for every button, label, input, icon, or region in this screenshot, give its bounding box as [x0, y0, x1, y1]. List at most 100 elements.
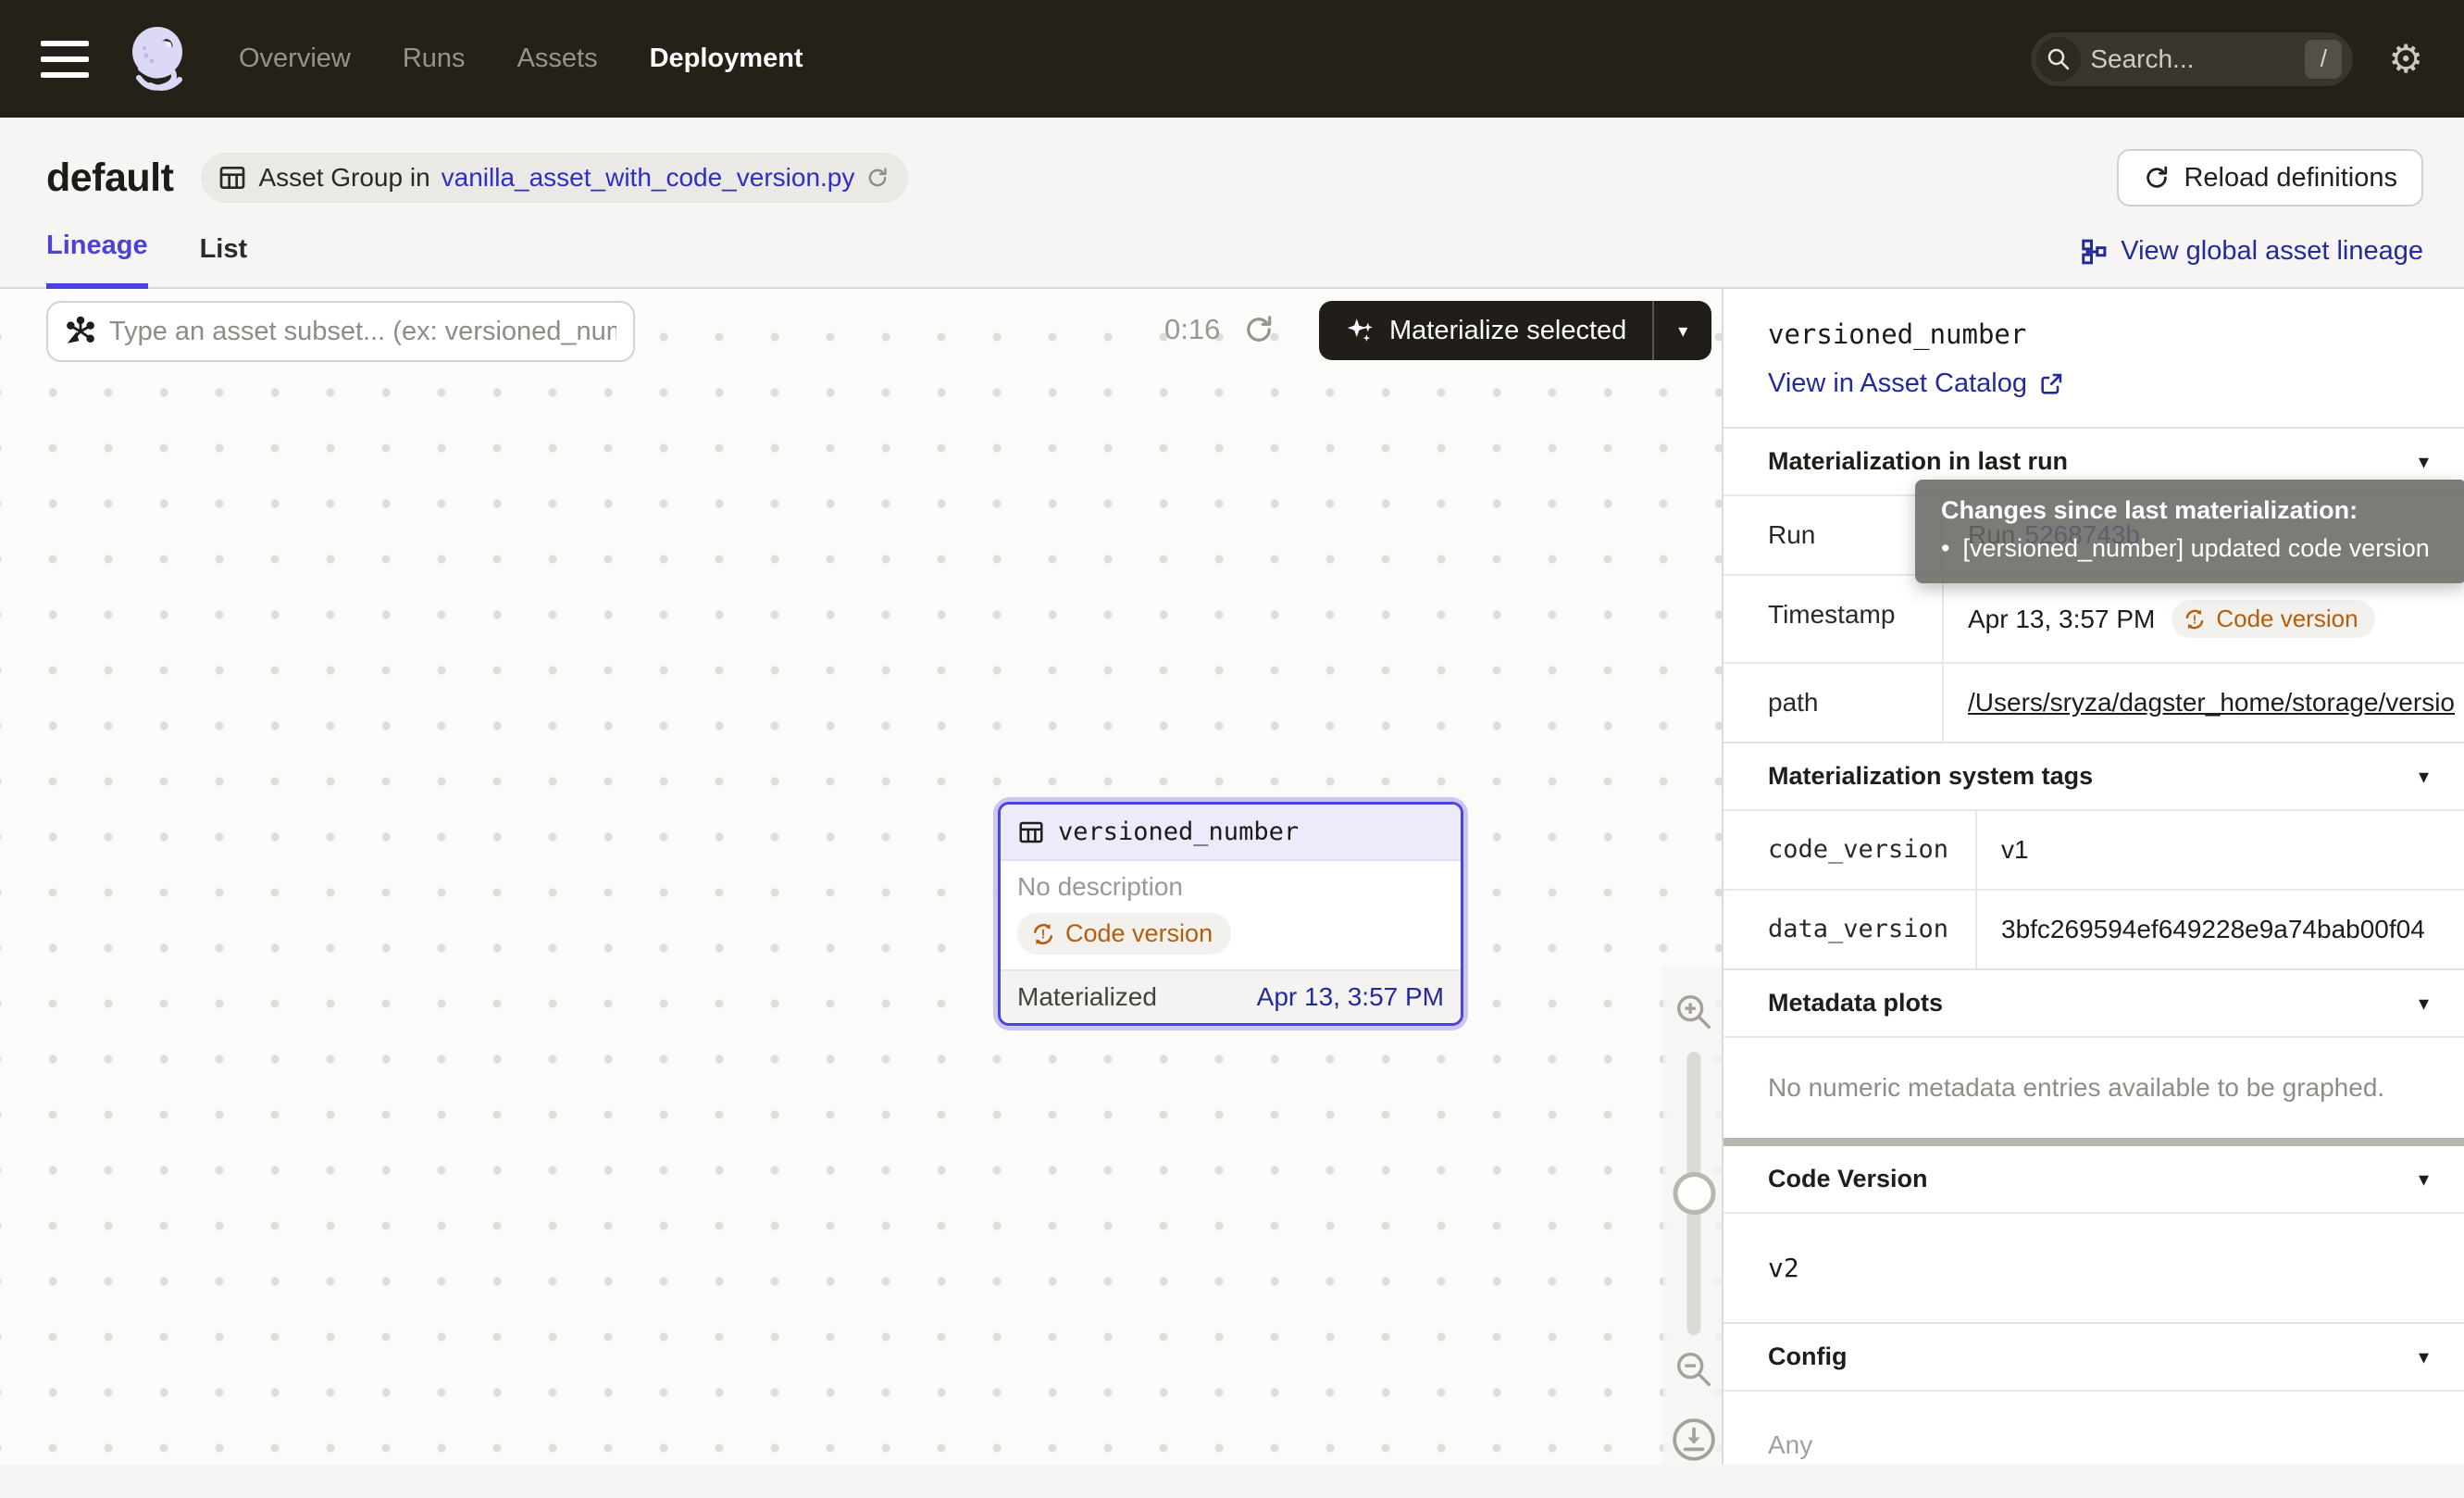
sidebar-asset-title: versioned_number [1768, 318, 2423, 350]
svg-text:!: ! [2193, 612, 2196, 626]
zoom-in-button[interactable] [1673, 991, 1715, 1033]
path-row: path /Users/sryza/dagster_home/storage/v… [1724, 662, 2464, 742]
asset-node-title: versioned_number [1058, 818, 1299, 846]
tab-list[interactable]: List [200, 234, 248, 287]
tag-key: code_version [1724, 811, 1977, 889]
panel-resize-handle[interactable] [1724, 1138, 2464, 1146]
reload-definitions-button[interactable]: Reload definitions [2117, 149, 2423, 206]
reload-definitions-label: Reload definitions [2184, 163, 2397, 193]
materialize-selected-button[interactable]: Materialize selected ▾ [1319, 301, 1711, 360]
section-header-label: Code Version [1768, 1165, 1928, 1193]
view-in-asset-catalog-link[interactable]: View in Asset Catalog [1768, 368, 2423, 399]
tooltip-title: Changes since last materialization: [1941, 496, 2441, 525]
code-version-changed-badge[interactable]: ! Code version [1017, 913, 1231, 955]
reload-icon [2143, 164, 2171, 192]
hamburger-menu-icon[interactable] [41, 41, 89, 78]
sync-alert-icon: ! [2183, 607, 2207, 631]
materialize-dropdown-caret[interactable]: ▾ [1654, 301, 1711, 360]
code-file-link[interactable]: vanilla_asset_with_code_version.py [442, 163, 855, 193]
data-version-tag-row: data_version 3bfc269594ef649228e9a74bab0… [1724, 889, 2464, 968]
bullet: • [1941, 534, 1949, 563]
section-header-label: Materialization in last run [1768, 447, 2068, 476]
section-header-label: Metadata plots [1768, 989, 1943, 1017]
search-shortcut-key: / [2305, 40, 2342, 79]
op-selector-icon [65, 316, 96, 347]
timestamp-value: Apr 13, 3:57 PM [1968, 605, 2155, 634]
graph-refresh-icon[interactable] [1242, 313, 1276, 346]
section-header-label: Config [1768, 1342, 1847, 1371]
asset-node-header[interactable]: versioned_number [1001, 805, 1461, 861]
asset-subset-filter[interactable] [46, 301, 635, 362]
sync-alert-icon: ! [1030, 921, 1056, 947]
zoom-slider[interactable] [1687, 1052, 1701, 1335]
page-header: default Asset Group in vanilla_asset_wit… [0, 118, 2464, 206]
timestamp-row-label: Timestamp [1724, 576, 1944, 662]
search-input[interactable] [2081, 44, 2305, 74]
catalog-link-label: View in Asset Catalog [1768, 368, 2027, 399]
collapse-caret-icon[interactable]: ▾ [2419, 765, 2429, 789]
asset-node-description: No description [1017, 872, 1444, 902]
asset-subset-input[interactable] [109, 317, 616, 347]
zoom-toolbar [1663, 967, 1722, 1465]
refresh-icon[interactable] [865, 166, 890, 190]
tabs-row: Lineage List View global asset lineage [0, 206, 2464, 289]
section-metadata-plots[interactable]: Metadata plots ▾ [1724, 968, 2464, 1036]
zoom-slider-handle[interactable] [1673, 1172, 1715, 1215]
changes-tooltip: Changes since last materialization: • [v… [1915, 480, 2464, 583]
path-value-link[interactable]: /Users/sryza/dagster_home/storage/versio [1968, 688, 2455, 718]
asset-group-chip[interactable]: Asset Group in vanilla_asset_with_code_v… [201, 153, 908, 203]
global-search[interactable]: / [2031, 32, 2353, 86]
page-title: default [46, 156, 173, 201]
svg-text:!: ! [1041, 926, 1046, 941]
tag-value: v1 [1977, 811, 2464, 889]
lineage-graph-icon [2080, 238, 2108, 266]
nav-link-overview[interactable]: Overview [239, 44, 351, 74]
nav-links: Overview Runs Assets Deployment [239, 44, 803, 74]
code-version-tag-row: code_version v1 [1724, 809, 2464, 889]
asset-details-sidebar: versioned_number View in Asset Catalog M… [1722, 289, 2464, 1465]
section-code-version[interactable]: Code Version ▾ [1724, 1146, 2464, 1212]
collapse-caret-icon[interactable]: ▾ [2419, 1167, 2429, 1192]
tooltip-change-item: [versioned_number] updated code version [1962, 534, 2429, 563]
code-version-changed-badge[interactable]: ! Code version [2172, 600, 2374, 638]
dagster-logo[interactable] [122, 20, 194, 98]
metadata-plots-empty-message: No numeric metadata entries available to… [1724, 1036, 2464, 1138]
section-header-label: Materialization system tags [1768, 762, 2093, 791]
asset-graph-canvas[interactable]: 0:16 Materialize selected ▾ versioned_ [0, 289, 1722, 1465]
collapse-caret-icon[interactable]: ▾ [2419, 992, 2429, 1016]
group-chip-prefix: Asset Group in [258, 163, 429, 193]
view-global-asset-lineage-link[interactable]: View global asset lineage [2080, 236, 2423, 287]
refresh-timer: 0:16 [1164, 313, 1220, 346]
timestamp-row: Timestamp Apr 13, 3:57 PM ! Code version [1724, 574, 2464, 662]
zoom-out-button[interactable] [1673, 1348, 1715, 1391]
asset-node-versioned-number[interactable]: versioned_number No description ! Code v… [993, 797, 1468, 1030]
collapse-caret-icon[interactable]: ▾ [2419, 450, 2429, 474]
tab-lineage[interactable]: Lineage [46, 231, 148, 289]
settings-gear-icon[interactable]: ⚙ [2388, 40, 2423, 79]
collapse-caret-icon[interactable]: ▾ [2419, 1345, 2429, 1369]
top-nav: Overview Runs Assets Deployment / ⚙ [0, 0, 2464, 118]
config-value: Any [1724, 1390, 2464, 1465]
global-lineage-label: View global asset lineage [2121, 236, 2423, 267]
code-version-badge-label: Code version [1065, 919, 1213, 948]
table-icon [1017, 818, 1045, 846]
path-row-label: path [1724, 664, 1944, 742]
nav-link-runs[interactable]: Runs [403, 44, 466, 74]
run-row-label: Run [1724, 496, 1944, 574]
tag-key: data_version [1724, 891, 1977, 968]
node-status-label: Materialized [1017, 982, 1157, 1012]
search-icon [2036, 37, 2081, 81]
table-icon [218, 163, 247, 193]
code-version-value: v2 [1724, 1212, 2464, 1322]
section-system-tags[interactable]: Materialization system tags ▾ [1724, 742, 2464, 809]
download-graph-button[interactable] [1671, 1417, 1717, 1463]
node-status-time[interactable]: Apr 13, 3:57 PM [1257, 982, 1444, 1012]
nav-link-assets[interactable]: Assets [517, 44, 598, 74]
tag-value: 3bfc269594ef649228e9a74bab00f04 [1977, 891, 2464, 968]
timestamp-badge-label: Code version [2216, 605, 2358, 633]
external-link-icon [2038, 371, 2064, 397]
materialize-label: Materialize selected [1389, 316, 1626, 346]
section-config[interactable]: Config ▾ [1724, 1322, 2464, 1390]
nav-link-deployment[interactable]: Deployment [650, 44, 803, 74]
sparkle-icon [1345, 315, 1376, 346]
